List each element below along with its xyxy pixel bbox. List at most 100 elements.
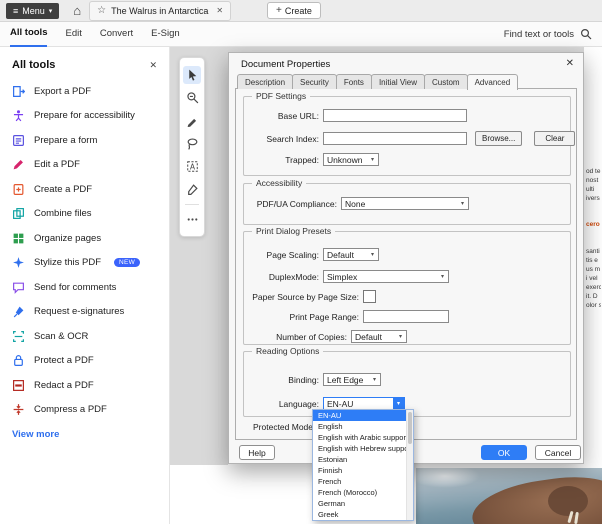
- language-option[interactable]: French (Morocco): [313, 487, 413, 498]
- nav-convert[interactable]: Convert: [100, 22, 133, 46]
- search-index-input[interactable]: [323, 132, 467, 145]
- close-icon[interactable]: ✕: [149, 60, 157, 71]
- base-url-input[interactable]: [323, 109, 467, 122]
- sidebar-item-edit-pdf[interactable]: Edit a PDF: [0, 153, 169, 178]
- sidebar-item-stylize-pdf[interactable]: Stylize this PDF NEW: [0, 251, 169, 276]
- tab-custom[interactable]: Custom: [424, 74, 468, 89]
- tab-description[interactable]: Description: [237, 74, 294, 89]
- sidebar-item-label: Organize pages: [34, 232, 102, 244]
- language-option[interactable]: English with Arabic support: [313, 432, 413, 443]
- search-index-label: Search Index:: [266, 133, 319, 144]
- print-page-range-input[interactable]: [363, 310, 449, 323]
- language-option[interactable]: EN-AU: [313, 410, 413, 421]
- page-scaling-select[interactable]: Default ▾: [323, 248, 379, 261]
- sidebar-item-label: Protect a PDF: [34, 355, 94, 367]
- select-value: Default: [327, 249, 354, 260]
- sidebar-item-protect-pdf[interactable]: Protect a PDF: [0, 349, 169, 374]
- pen-tool[interactable]: [183, 112, 201, 130]
- home-button[interactable]: ⌂: [73, 3, 81, 18]
- tab-initial-view[interactable]: Initial View: [370, 74, 426, 89]
- zoom-tool[interactable]: [183, 89, 201, 107]
- nav-all-tools[interactable]: All tools: [10, 21, 48, 47]
- close-icon[interactable]: ✕: [216, 6, 223, 15]
- document-text-fragment: nost: [586, 177, 599, 184]
- prepare-form-icon: [12, 134, 25, 147]
- sidebar-item-label: Edit a PDF: [34, 159, 80, 171]
- sidebar-item-create-pdf[interactable]: Create a PDF: [0, 177, 169, 202]
- svg-text:A: A: [189, 162, 195, 171]
- number-of-copies-label: Number of Copies:: [276, 331, 347, 342]
- trapped-select[interactable]: Unknown ▾: [323, 153, 379, 166]
- paper-source-checkbox[interactable]: [363, 290, 376, 303]
- document-text-fragment: cero: [586, 221, 600, 228]
- more-tools[interactable]: [183, 211, 201, 229]
- ok-button[interactable]: OK: [481, 445, 527, 460]
- sidebar-item-label: Combine files: [34, 208, 92, 220]
- browse-button[interactable]: Browse...: [475, 131, 523, 146]
- acrobat-window: ≡ Menu ▾ ⌂ ☆ The Walrus in Antarctica ✕ …: [0, 0, 602, 524]
- compress-pdf-icon: [12, 403, 25, 416]
- menu-button[interactable]: ≡ Menu ▾: [6, 2, 60, 19]
- view-more-link[interactable]: View more: [0, 422, 169, 447]
- language-option[interactable]: Greek: [313, 509, 413, 520]
- sidebar-item-request-esignatures[interactable]: Request e-signatures: [0, 300, 169, 325]
- language-option[interactable]: Finnish: [313, 465, 413, 476]
- binding-select[interactable]: Left Edge ▾: [323, 373, 381, 386]
- duplex-mode-select[interactable]: Simplex ▾: [323, 270, 449, 283]
- export-pdf-icon: [12, 85, 25, 98]
- sidebar-item-scan-ocr[interactable]: Scan & OCR: [0, 324, 169, 349]
- scrollbar-thumb[interactable]: [408, 412, 412, 444]
- select-tool[interactable]: [183, 65, 201, 84]
- create-label: Create: [284, 5, 312, 16]
- lasso-tool[interactable]: [183, 135, 201, 153]
- language-option[interactable]: French: [313, 476, 413, 487]
- language-option[interactable]: English with Hebrew support: [313, 443, 413, 454]
- chevron-down-icon: ▾: [372, 377, 376, 383]
- cancel-button[interactable]: Cancel: [535, 445, 581, 460]
- tab-advanced[interactable]: Advanced: [466, 74, 519, 90]
- sidebar-item-organize-pages[interactable]: Organize pages: [0, 226, 169, 251]
- print-page-range-label: Print Page Range:: [289, 311, 359, 322]
- pdfua-compliance-label: PDF/UA Compliance:: [256, 198, 337, 209]
- language-option[interactable]: English: [313, 421, 413, 432]
- clear-button[interactable]: Clear: [534, 131, 576, 146]
- duplex-mode-label: DuplexMode:: [268, 271, 319, 282]
- sidebar-item-prepare-accessibility[interactable]: Prepare for accessibility: [0, 104, 169, 129]
- sidebar-item-compress-pdf[interactable]: Compress a PDF: [0, 398, 169, 423]
- star-icon[interactable]: ☆: [97, 5, 106, 16]
- chevron-down-icon: ▾: [393, 398, 404, 409]
- sidebar-item-combine-files[interactable]: Combine files: [0, 202, 169, 227]
- nav-edit[interactable]: Edit: [65, 22, 81, 46]
- accessibility-icon: [12, 109, 25, 122]
- sidebar-item-export-pdf[interactable]: Export a PDF: [0, 79, 169, 104]
- tab-security[interactable]: Security: [292, 74, 337, 89]
- navbar: All tools Edit Convert E-Sign Find text …: [0, 22, 602, 47]
- sidebar-item-redact-pdf[interactable]: Redact a PDF: [0, 373, 169, 398]
- eraser-tool[interactable]: [183, 181, 201, 199]
- document-tab[interactable]: ☆ The Walrus in Antarctica ✕: [89, 0, 232, 21]
- select-value: EN-AU: [327, 398, 354, 409]
- document-text-fragment: it. D: [586, 293, 598, 300]
- find-label: Find text or tools: [503, 28, 574, 40]
- nav-esign[interactable]: E-Sign: [151, 22, 180, 46]
- chevron-down-icon: ▾: [460, 201, 464, 207]
- find-tools[interactable]: Find text or tools: [504, 28, 592, 40]
- create-button[interactable]: + Create: [267, 2, 321, 19]
- sidebar-item-prepare-form[interactable]: Prepare a form: [0, 128, 169, 153]
- help-button[interactable]: Help: [239, 445, 275, 460]
- dropdown-scrollbar[interactable]: [406, 410, 413, 520]
- language-option[interactable]: Estonian: [313, 454, 413, 465]
- create-pdf-icon: [12, 183, 25, 196]
- language-option[interactable]: German: [313, 498, 413, 509]
- sidebar-item-send-comments[interactable]: Send for comments: [0, 275, 169, 300]
- edit-text-tool[interactable]: A: [183, 158, 201, 176]
- edit-pdf-icon: [12, 158, 25, 171]
- menu-label: Menu: [22, 5, 45, 16]
- close-icon[interactable]: ✕: [566, 58, 574, 69]
- tab-fonts[interactable]: Fonts: [335, 74, 372, 89]
- document-text-fragment: us m: [586, 266, 601, 273]
- select-value: Simplex: [327, 271, 358, 282]
- number-of-copies-select[interactable]: Default ▾: [351, 330, 407, 343]
- group-legend: PDF Settings: [252, 91, 311, 101]
- pdfua-compliance-select[interactable]: None ▾: [341, 197, 469, 210]
